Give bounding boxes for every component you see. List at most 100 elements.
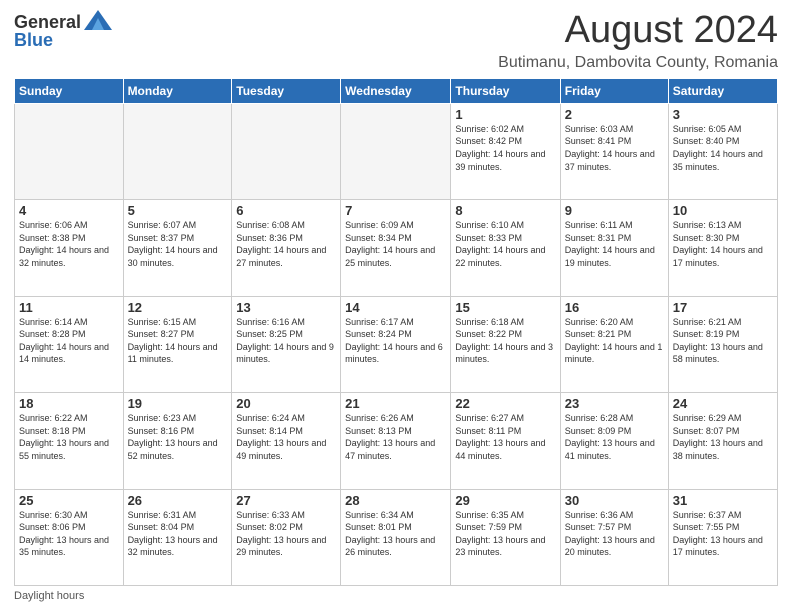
calendar-week-3: 18Sunrise: 6:22 AM Sunset: 8:18 PM Dayli… xyxy=(15,393,778,489)
day-number: 30 xyxy=(565,493,664,508)
day-info: Sunrise: 6:13 AM Sunset: 8:30 PM Dayligh… xyxy=(673,219,773,269)
calendar-body: 1Sunrise: 6:02 AM Sunset: 8:42 PM Daylig… xyxy=(15,103,778,585)
day-number: 22 xyxy=(455,396,555,411)
day-number: 18 xyxy=(19,396,119,411)
footer: Daylight hours xyxy=(14,590,778,602)
day-info: Sunrise: 6:21 AM Sunset: 8:19 PM Dayligh… xyxy=(673,316,773,366)
calendar-cell xyxy=(123,103,232,199)
day-number: 10 xyxy=(673,203,773,218)
day-info: Sunrise: 6:24 AM Sunset: 8:14 PM Dayligh… xyxy=(236,412,336,462)
calendar-week-0: 1Sunrise: 6:02 AM Sunset: 8:42 PM Daylig… xyxy=(15,103,778,199)
day-info: Sunrise: 6:20 AM Sunset: 8:21 PM Dayligh… xyxy=(565,316,664,366)
day-number: 29 xyxy=(455,493,555,508)
day-info: Sunrise: 6:15 AM Sunset: 8:27 PM Dayligh… xyxy=(128,316,228,366)
page: General Blue August 2024 Butimanu, Dambo… xyxy=(0,0,792,612)
day-info: Sunrise: 6:26 AM Sunset: 8:13 PM Dayligh… xyxy=(345,412,446,462)
calendar-cell xyxy=(232,103,341,199)
calendar-cell: 8Sunrise: 6:10 AM Sunset: 8:33 PM Daylig… xyxy=(451,200,560,296)
day-info: Sunrise: 6:33 AM Sunset: 8:02 PM Dayligh… xyxy=(236,509,336,559)
header-row: Sunday Monday Tuesday Wednesday Thursday… xyxy=(15,78,778,103)
day-info: Sunrise: 6:37 AM Sunset: 7:55 PM Dayligh… xyxy=(673,509,773,559)
day-info: Sunrise: 6:31 AM Sunset: 8:04 PM Dayligh… xyxy=(128,509,228,559)
day-info: Sunrise: 6:05 AM Sunset: 8:40 PM Dayligh… xyxy=(673,123,773,173)
day-number: 26 xyxy=(128,493,228,508)
day-number: 7 xyxy=(345,203,446,218)
col-friday: Friday xyxy=(560,78,668,103)
calendar-week-1: 4Sunrise: 6:06 AM Sunset: 8:38 PM Daylig… xyxy=(15,200,778,296)
calendar-cell: 1Sunrise: 6:02 AM Sunset: 8:42 PM Daylig… xyxy=(451,103,560,199)
day-info: Sunrise: 6:09 AM Sunset: 8:34 PM Dayligh… xyxy=(345,219,446,269)
day-number: 19 xyxy=(128,396,228,411)
day-info: Sunrise: 6:22 AM Sunset: 8:18 PM Dayligh… xyxy=(19,412,119,462)
calendar-cell: 22Sunrise: 6:27 AM Sunset: 8:11 PM Dayli… xyxy=(451,393,560,489)
day-number: 11 xyxy=(19,300,119,315)
location-title: Butimanu, Dambovita County, Romania xyxy=(498,54,778,72)
day-number: 15 xyxy=(455,300,555,315)
day-info: Sunrise: 6:23 AM Sunset: 8:16 PM Dayligh… xyxy=(128,412,228,462)
day-info: Sunrise: 6:14 AM Sunset: 8:28 PM Dayligh… xyxy=(19,316,119,366)
calendar-cell: 11Sunrise: 6:14 AM Sunset: 8:28 PM Dayli… xyxy=(15,296,124,392)
day-info: Sunrise: 6:18 AM Sunset: 8:22 PM Dayligh… xyxy=(455,316,555,366)
day-number: 14 xyxy=(345,300,446,315)
day-number: 5 xyxy=(128,203,228,218)
day-number: 13 xyxy=(236,300,336,315)
col-tuesday: Tuesday xyxy=(232,78,341,103)
day-info: Sunrise: 6:02 AM Sunset: 8:42 PM Dayligh… xyxy=(455,123,555,173)
calendar-week-2: 11Sunrise: 6:14 AM Sunset: 8:28 PM Dayli… xyxy=(15,296,778,392)
day-number: 28 xyxy=(345,493,446,508)
calendar-cell: 18Sunrise: 6:22 AM Sunset: 8:18 PM Dayli… xyxy=(15,393,124,489)
day-info: Sunrise: 6:08 AM Sunset: 8:36 PM Dayligh… xyxy=(236,219,336,269)
day-number: 8 xyxy=(455,203,555,218)
day-number: 31 xyxy=(673,493,773,508)
calendar-cell: 23Sunrise: 6:28 AM Sunset: 8:09 PM Dayli… xyxy=(560,393,668,489)
col-monday: Monday xyxy=(123,78,232,103)
col-wednesday: Wednesday xyxy=(341,78,451,103)
day-info: Sunrise: 6:03 AM Sunset: 8:41 PM Dayligh… xyxy=(565,123,664,173)
footer-text: Daylight hours xyxy=(14,590,84,602)
day-number: 25 xyxy=(19,493,119,508)
day-info: Sunrise: 6:07 AM Sunset: 8:37 PM Dayligh… xyxy=(128,219,228,269)
calendar-cell: 16Sunrise: 6:20 AM Sunset: 8:21 PM Dayli… xyxy=(560,296,668,392)
day-number: 20 xyxy=(236,396,336,411)
day-number: 6 xyxy=(236,203,336,218)
day-number: 2 xyxy=(565,107,664,122)
day-number: 27 xyxy=(236,493,336,508)
calendar-cell: 12Sunrise: 6:15 AM Sunset: 8:27 PM Dayli… xyxy=(123,296,232,392)
calendar-cell: 10Sunrise: 6:13 AM Sunset: 8:30 PM Dayli… xyxy=(668,200,777,296)
title-area: August 2024 Butimanu, Dambovita County, … xyxy=(498,10,778,72)
calendar-cell: 14Sunrise: 6:17 AM Sunset: 8:24 PM Dayli… xyxy=(341,296,451,392)
day-info: Sunrise: 6:29 AM Sunset: 8:07 PM Dayligh… xyxy=(673,412,773,462)
day-number: 1 xyxy=(455,107,555,122)
calendar-cell xyxy=(341,103,451,199)
day-info: Sunrise: 6:35 AM Sunset: 7:59 PM Dayligh… xyxy=(455,509,555,559)
month-title: August 2024 xyxy=(498,10,778,52)
col-sunday: Sunday xyxy=(15,78,124,103)
calendar-cell: 19Sunrise: 6:23 AM Sunset: 8:16 PM Dayli… xyxy=(123,393,232,489)
calendar-cell: 30Sunrise: 6:36 AM Sunset: 7:57 PM Dayli… xyxy=(560,489,668,585)
calendar-cell: 4Sunrise: 6:06 AM Sunset: 8:38 PM Daylig… xyxy=(15,200,124,296)
day-number: 17 xyxy=(673,300,773,315)
calendar-cell: 27Sunrise: 6:33 AM Sunset: 8:02 PM Dayli… xyxy=(232,489,341,585)
calendar-cell: 29Sunrise: 6:35 AM Sunset: 7:59 PM Dayli… xyxy=(451,489,560,585)
calendar-table: Sunday Monday Tuesday Wednesday Thursday… xyxy=(14,78,778,586)
calendar-cell: 28Sunrise: 6:34 AM Sunset: 8:01 PM Dayli… xyxy=(341,489,451,585)
day-info: Sunrise: 6:17 AM Sunset: 8:24 PM Dayligh… xyxy=(345,316,446,366)
logo-blue-text: Blue xyxy=(14,30,53,50)
calendar-cell: 3Sunrise: 6:05 AM Sunset: 8:40 PM Daylig… xyxy=(668,103,777,199)
calendar-cell: 13Sunrise: 6:16 AM Sunset: 8:25 PM Dayli… xyxy=(232,296,341,392)
day-number: 16 xyxy=(565,300,664,315)
logo-icon xyxy=(84,10,112,34)
day-info: Sunrise: 6:27 AM Sunset: 8:11 PM Dayligh… xyxy=(455,412,555,462)
day-number: 9 xyxy=(565,203,664,218)
calendar-week-4: 25Sunrise: 6:30 AM Sunset: 8:06 PM Dayli… xyxy=(15,489,778,585)
day-number: 3 xyxy=(673,107,773,122)
calendar-cell: 24Sunrise: 6:29 AM Sunset: 8:07 PM Dayli… xyxy=(668,393,777,489)
col-saturday: Saturday xyxy=(668,78,777,103)
calendar-cell: 25Sunrise: 6:30 AM Sunset: 8:06 PM Dayli… xyxy=(15,489,124,585)
day-info: Sunrise: 6:36 AM Sunset: 7:57 PM Dayligh… xyxy=(565,509,664,559)
calendar-cell: 7Sunrise: 6:09 AM Sunset: 8:34 PM Daylig… xyxy=(341,200,451,296)
calendar-cell: 2Sunrise: 6:03 AM Sunset: 8:41 PM Daylig… xyxy=(560,103,668,199)
day-number: 24 xyxy=(673,396,773,411)
day-number: 23 xyxy=(565,396,664,411)
calendar-cell: 20Sunrise: 6:24 AM Sunset: 8:14 PM Dayli… xyxy=(232,393,341,489)
